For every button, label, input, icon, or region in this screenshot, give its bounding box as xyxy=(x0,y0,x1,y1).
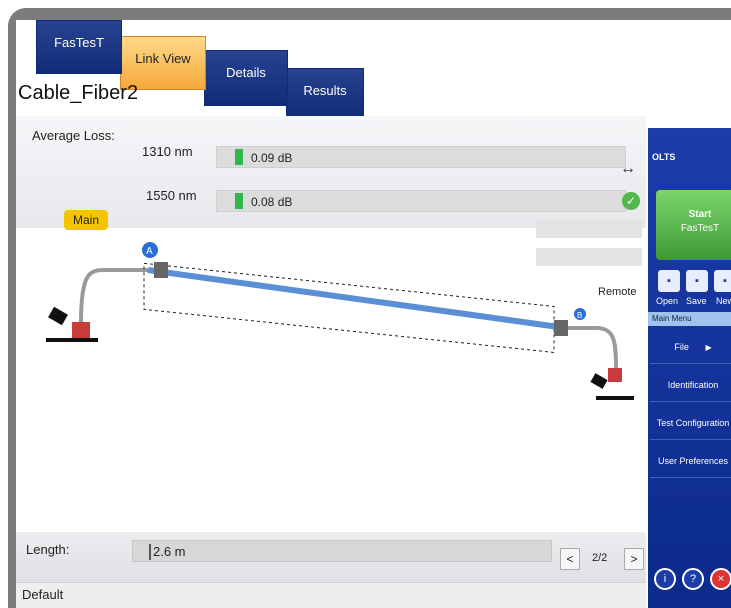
end-b-label: B xyxy=(577,311,582,320)
open-label: Open xyxy=(656,296,679,306)
connector-b xyxy=(554,320,568,336)
info-icon[interactable]: i xyxy=(654,568,676,590)
wavelength-1550: 1550 nm xyxy=(146,188,197,203)
main-badge: Main xyxy=(64,210,108,230)
menu-item-test-configuration[interactable]: Test Configuration xyxy=(650,406,731,440)
save-label: Save xyxy=(686,296,707,306)
start-label: Start xyxy=(688,209,712,220)
patch-cord-right xyxy=(568,326,618,369)
loss-meter-fill xyxy=(235,149,243,165)
remote-label: Remote xyxy=(598,286,637,298)
folder-icon[interactable]: ▪ xyxy=(658,270,680,292)
new-document-icon[interactable]: ▪ xyxy=(714,270,731,292)
screen: Results Details Link View FasTesT Cable_… xyxy=(16,20,731,608)
average-loss-label: Average Loss: xyxy=(32,128,115,143)
page-count: 2/2 xyxy=(592,552,608,564)
start-sublabel: FasTesT xyxy=(680,223,720,234)
help-icon[interactable]: ? xyxy=(682,568,704,590)
length-value: 2.6 m xyxy=(153,544,186,559)
submenu-arrow-icon: ▶ xyxy=(705,343,712,352)
side-panel-title: OLTS xyxy=(652,152,676,162)
start-fastest-button[interactable]: Start FasTesT xyxy=(656,190,731,260)
end-a-label: A xyxy=(146,246,153,257)
main-menu-header: Main Menu xyxy=(648,312,731,326)
length-value-field: 2.6 m xyxy=(132,540,552,562)
wavelength-1310: 1310 nm xyxy=(142,144,193,159)
status-bar: Default xyxy=(16,582,646,608)
save-icon[interactable]: ▪ xyxy=(686,270,708,292)
loss-value-1310: 0.09 dB xyxy=(251,151,293,165)
new-label: New xyxy=(716,296,731,306)
menu-item-identification[interactable]: Identification xyxy=(650,368,731,402)
loss-meter-1310: 0.09 dB xyxy=(216,146,626,168)
tab-details[interactable]: Details xyxy=(204,50,288,106)
cable-title: Cable_Fiber2 xyxy=(18,82,139,104)
loss-value-1550: 0.08 dB xyxy=(251,195,293,209)
menu-item-file[interactable]: File ▶ xyxy=(650,330,731,364)
length-marker xyxy=(149,544,151,560)
loss-meter-1550: 0.08 dB xyxy=(216,190,626,212)
main-unit-icon xyxy=(46,306,98,342)
patch-cord-left xyxy=(79,268,148,323)
loss-meter-fill xyxy=(235,193,243,209)
status-text: Default xyxy=(22,587,64,602)
tab-fastest[interactable]: FasTesT xyxy=(36,20,122,74)
menu-item-user-preferences[interactable]: User Preferences xyxy=(650,444,731,478)
menu-item-label: File xyxy=(674,342,689,352)
connector-a xyxy=(154,262,168,278)
remote-unit-icon xyxy=(590,368,634,400)
expand-arrows-icon[interactable]: ↔ xyxy=(620,160,636,178)
next-page-button[interactable]: > xyxy=(624,548,644,570)
length-label: Length: xyxy=(26,542,70,557)
link-diagram: A B xyxy=(46,242,634,400)
close-icon[interactable]: × xyxy=(710,568,731,590)
fiber-under-test xyxy=(147,267,567,331)
tab-bar: Results Details Link View FasTesT xyxy=(16,20,376,118)
check-icon: ✓ xyxy=(622,192,640,210)
tab-results[interactable]: Results xyxy=(286,68,364,118)
prev-page-button[interactable]: < xyxy=(560,548,580,570)
